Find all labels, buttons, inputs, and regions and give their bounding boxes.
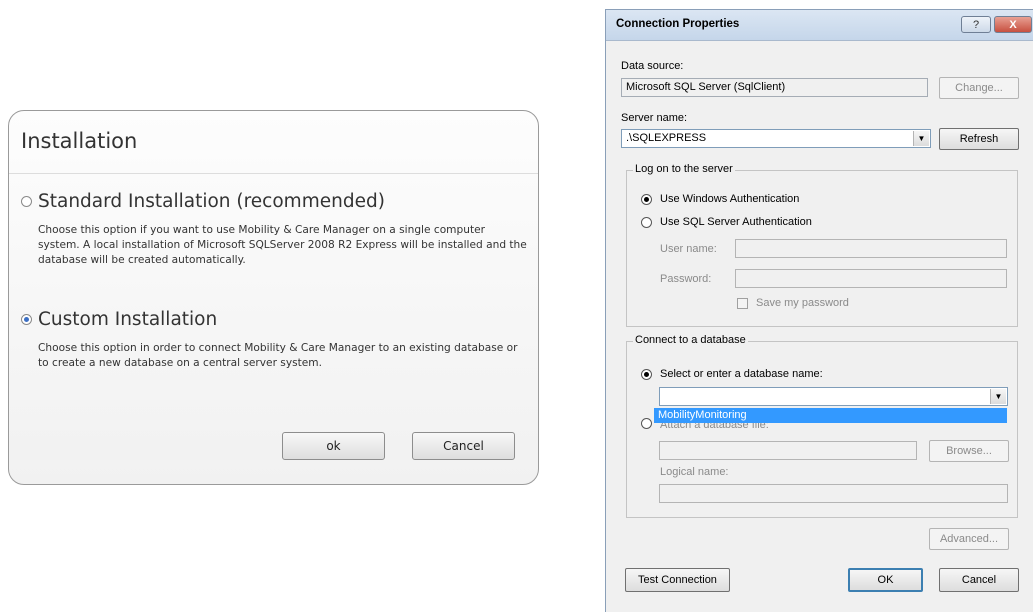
database-group-label: Connect to a database [633,334,748,346]
chevron-down-icon[interactable]: ▼ [913,131,929,146]
title-divider [9,173,538,174]
test-connection-button[interactable]: Test Connection [625,568,730,592]
windows-auth-label[interactable]: Use Windows Authentication [660,193,799,205]
select-database-radio[interactable] [641,369,652,380]
installation-dialog: Installation Standard Installation (reco… [8,110,539,485]
user-name-label: User name: [660,243,717,255]
attach-database-radio[interactable] [641,418,652,429]
cancel-button[interactable]: Cancel [412,432,515,460]
password-label: Password: [660,273,712,285]
custom-installation-option[interactable]: Custom Installation [21,309,217,330]
data-source-field: Microsoft SQL Server (SqlClient) [621,78,928,97]
refresh-button[interactable]: Refresh [939,128,1019,150]
ok-button[interactable]: OK [848,568,923,592]
standard-installation-label: Standard Installation (recommended) [38,191,385,212]
standard-installation-radio[interactable] [21,196,32,207]
password-input[interactable] [735,269,1007,288]
save-password-label: Save my password [756,297,849,309]
custom-installation-radio[interactable] [21,314,32,325]
dialog-title: Connection Properties [616,18,740,30]
attach-file-input[interactable] [659,441,917,460]
data-source-label: Data source: [621,60,684,72]
cancel-button[interactable]: Cancel [939,568,1019,592]
ok-button[interactable]: ok [282,432,385,460]
user-name-input[interactable] [735,239,1007,258]
standard-installation-description: Choose this option if you want to use Mo… [38,224,527,266]
chevron-down-icon[interactable]: ▼ [990,389,1006,404]
sql-auth-radio[interactable] [641,217,652,228]
logon-group-label: Log on to the server [633,163,735,175]
standard-installation-option[interactable]: Standard Installation (recommended) [21,191,385,212]
logical-name-input[interactable] [659,484,1008,503]
installation-title: Installation [21,129,138,153]
logical-name-label: Logical name: [660,466,729,478]
server-name-value: .\SQLEXPRESS [626,132,707,144]
database-name-combobox[interactable]: ▼ [659,387,1008,406]
custom-installation-label: Custom Installation [38,309,218,330]
sql-auth-label[interactable]: Use SQL Server Authentication [660,216,812,228]
windows-auth-radio[interactable] [641,194,652,205]
select-database-label[interactable]: Select or enter a database name: [660,368,823,380]
titlebar: Connection Properties ? X [606,10,1033,41]
help-icon[interactable]: ? [961,16,991,33]
change-button[interactable]: Change... [939,77,1019,99]
server-name-combobox[interactable]: .\SQLEXPRESS ▼ [621,129,931,148]
dropdown-item-mobilitymonitoring[interactable]: MobilityMonitoring [654,408,1007,423]
browse-button[interactable]: Browse... [929,440,1009,462]
advanced-button[interactable]: Advanced... [929,528,1009,550]
save-password-checkbox[interactable] [737,298,748,309]
close-icon[interactable]: X [994,16,1032,33]
server-name-label: Server name: [621,112,688,124]
custom-installation-description: Choose this option in order to connect M… [38,342,518,369]
